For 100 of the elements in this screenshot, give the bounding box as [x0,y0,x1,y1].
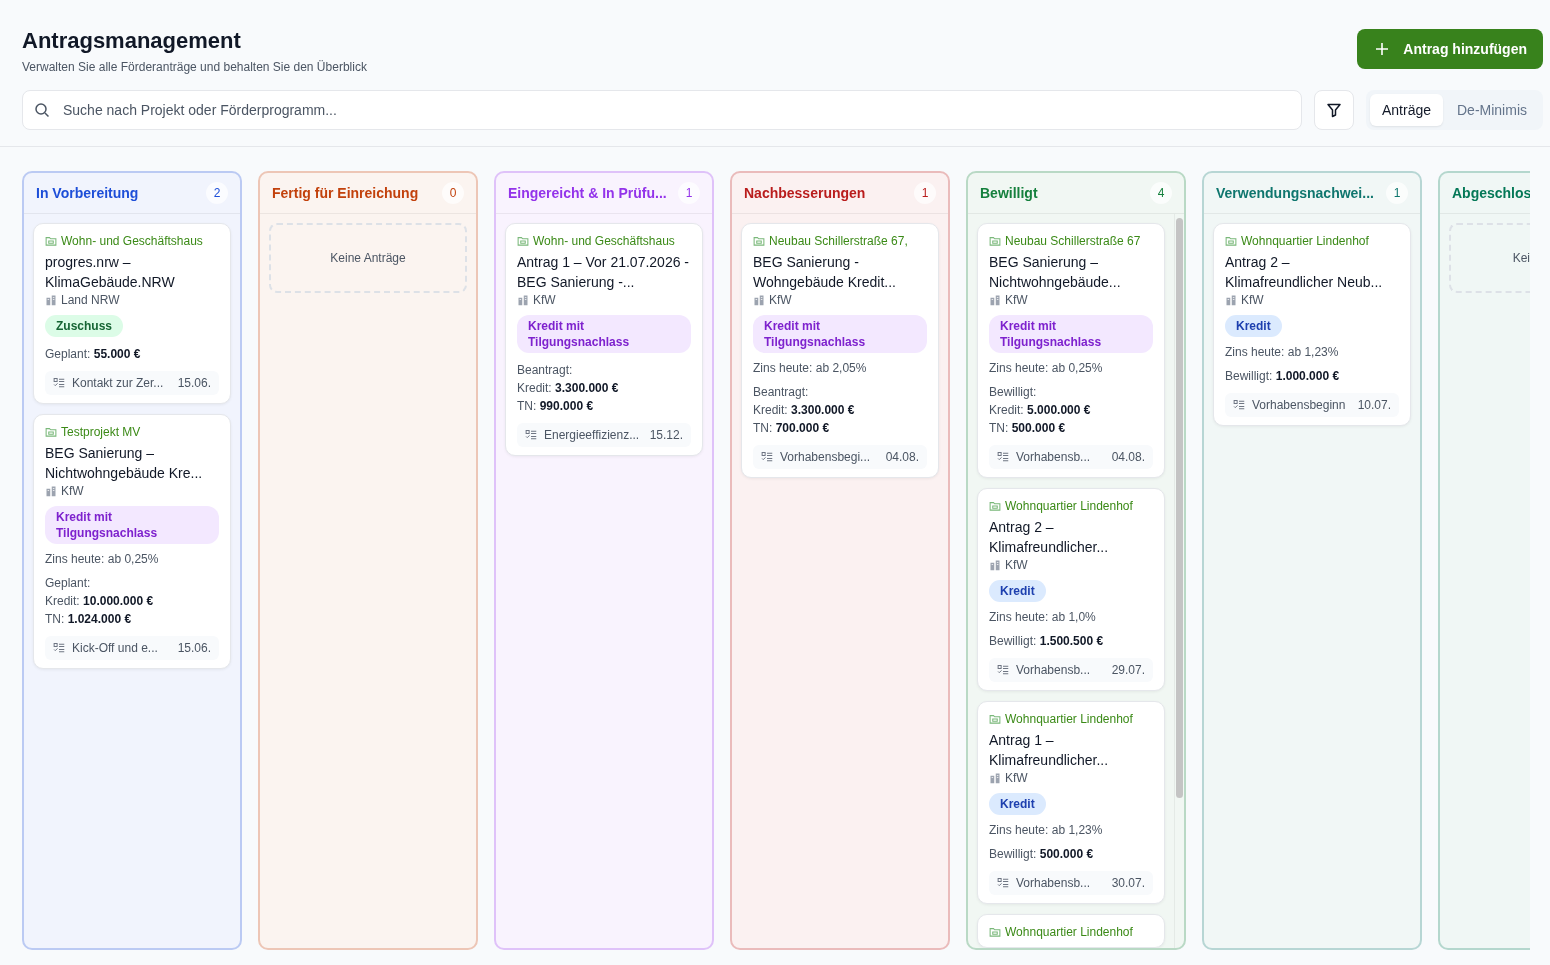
application-card[interactable]: Wohnquartier Lindenhof Antrag 2 – Klimafreundlicher... KfW Kredit Zins heute: ab 1,0% Bewilligt: 1.500.500 € Vorhabensb... 29.07. [977,488,1165,691]
next-task: Vorhabensbeginn [1252,398,1347,412]
interest-rate: Zins heute: ab 1,0% [989,610,1097,624]
amount-line: Bewilligt: 1.500.500 € [989,633,1105,650]
folder-icon [753,235,765,247]
amount-label: Bewilligt: [989,384,1038,401]
amount-line: Kredit: 3.300.000 € [753,402,856,419]
column-title: Abgeschlos [1452,185,1530,201]
task-date: 15.12. [649,428,683,442]
application-card[interactable]: Wohn- und Geschäftshaus Antrag 1 – Vor 21.07.2026 - BEG Sanierung -... KfW Kredit mit Tilgungsnachlass Beantragt: Kredit: 3.300.000 € TN: 990.000 € Energieeffizienz... 15.12. [505,223,703,456]
building-icon [989,772,1001,784]
building-icon [45,294,57,306]
column-title: Nachbesserungen [744,185,866,201]
folder-icon [45,235,57,247]
checklist-icon [53,642,65,654]
amount-line: TN: 500.000 € [989,420,1067,437]
next-task: Vorhabensb... [1016,663,1092,677]
interest-rate: Zins heute: ab 0,25% [45,552,160,566]
checklist-icon [761,451,773,463]
search-icon [34,102,50,118]
building-icon [45,485,57,497]
view-tab[interactable]: De-Minimis [1445,94,1539,126]
funder-name: KfW [1005,293,1028,307]
next-task: Energieeffizienz... [544,428,641,442]
checklist-icon [1233,399,1245,411]
funder-name: KfW [1241,293,1264,307]
checklist-icon [997,877,1009,889]
card-title: progres.nrw – KlimaGebäude.NRW [45,253,176,292]
filter-icon [1325,102,1342,118]
application-card[interactable]: Testprojekt MV BEG Sanierung – Nichtwohngebäude Kre... KfW Kredit mit Tilgungsnachlass Zins heute: ab 0,25% Geplant: Kredit: 10.000.000 € TN: 1.024.000 € Kick-Off und e... 15.06. [33,414,231,669]
card-title: BEG Sanierung - Wohngebäude Kredit... [753,253,897,292]
folder-icon [517,235,529,247]
interest-rate: Zins heute: ab 1,23% [989,823,1104,837]
funder-name: KfW [769,293,792,307]
project-name: Testprojekt MV [61,425,141,439]
building-icon [989,559,1001,571]
task-date: 30.07. [1111,876,1145,890]
search-field[interactable]: Suche nach Projekt oder Förderprogramm... [22,90,1302,130]
task-date: 04.08. [1111,450,1145,464]
building-icon [753,294,765,306]
interest-rate: Zins heute: ab 1,23% [1225,345,1340,359]
card-count: 4 [1150,182,1172,204]
folder-icon [989,926,1001,938]
view-tab[interactable]: Anträge [1369,94,1443,126]
plus-icon [1375,42,1390,56]
interest-rate: Zins heute: ab 0,25% [989,361,1104,375]
column-title: Verwendungsnachwei... [1216,185,1374,201]
card-count: 1 [678,182,700,204]
next-task: Vorhabensbegi... [780,450,872,464]
column-title: Bewilligt [980,185,1038,201]
card-title: Antrag 2 – Klimafreundlicher Neub... [1225,253,1384,292]
task-date: 15.06. [177,376,211,390]
project-name: Wohnquartier Lindenhof [1005,712,1133,726]
amount-line: Bewilligt: 500.000 € [989,846,1095,863]
amount-label: Beantragt: [517,362,574,379]
card-count: 1 [914,182,936,204]
funding-type-tag: Zuschuss [45,315,123,337]
application-card[interactable]: Neubau Schillerstraße 67, BEG Sanierung - Wohngebäude Kredit... KfW Kredit mit Tilgungsnachlass Zins heute: ab 2,05% Beantragt: Kredit: 3.300.000 € TN: 700.000 € Vorhabensbegi... 04.08. [741,223,939,478]
drop-zone[interactable]: Keine Anträge [269,223,467,293]
amount-label: Beantragt: [753,384,810,401]
amount-line: Kredit: 3.300.000 € [517,380,620,397]
interest-rate: Zins heute: ab 2,05% [753,361,868,375]
funder-name: KfW [1005,771,1028,785]
amount-line: Bewilligt: 1.000.000 € [1225,368,1341,385]
funding-type-tag: Kredit [1225,315,1282,337]
funder-name: Land NRW [61,293,120,307]
add-application-button[interactable]: Antrag hinzufügen [1357,29,1543,69]
folder-icon [989,713,1001,725]
application-card[interactable]: Wohnquartier Lindenhof Antrag 2 – Klimafreundlicher Neub... KfW Kredit Zins heute: ab 1,23% Bewilligt: 1.000.000 € Vorhabensbeginn 10.07. [1213,223,1411,426]
building-icon [1225,294,1237,306]
project-name: Neubau Schillerstraße 67 [1005,234,1141,248]
task-date: 15.06. [177,641,211,655]
amount-line: Kredit: 10.000.000 € [45,593,155,610]
funding-type-tag: Kredit mit Tilgungsnachlass [989,315,1153,353]
funding-type-tag: Kredit [989,793,1046,815]
filter-button[interactable] [1313,90,1354,130]
checklist-icon [53,377,65,389]
scrollbar[interactable] [1174,214,1184,948]
next-task: Kick-Off und e... [72,641,159,655]
task-date: 29.07. [1111,663,1145,677]
amount-line: TN: 1.024.000 € [45,611,133,628]
card-title: Antrag 2 – Klimafreundlicher... [989,518,1110,557]
building-icon [989,294,1001,306]
project-name: Wohnquartier Lindenhof [1241,234,1369,248]
application-card[interactable]: Wohnquartier Lindenhof Antrag 1 – Klimafreundlicher... KfW Kredit Zins heute: ab 1,23% Bewilligt: 500.000 € Vorhabensb... 30.07. [977,701,1165,904]
application-card[interactable]: Wohnquartier Lindenhof [977,914,1165,948]
project-name: Wohnquartier Lindenhof [1005,925,1133,939]
application-card[interactable]: Neubau Schillerstraße 67 BEG Sanierung – Nichtwohngebäude... KfW Kredit mit Tilgungsnachlass Zins heute: ab 0,25% Bewilligt: Kredit: 5.000.000 € TN: 500.000 € Vorhabensb... 04.08. [977,223,1165,478]
amount-line: TN: 700.000 € [753,420,831,437]
page-subtitle: Verwalten Sie alle Förderanträge und behalten Sie den Überblick [22,60,367,74]
project-name: Wohn- und Geschäftshaus [533,234,675,248]
next-task: Vorhabensb... [1016,450,1092,464]
amount-line: Geplant: 55.000 € [45,346,142,363]
application-card[interactable]: Wohn- und Geschäftshaus progres.nrw – KlimaGebäude.NRW Land NRW Zuschuss Geplant: 55.000 € Kontakt zur Zer... 15.06. [33,223,231,404]
amount-label: Geplant: [45,575,92,592]
checklist-icon [525,429,537,441]
card-count: 1 [1386,182,1408,204]
drop-zone[interactable]: Kei [1449,223,1530,293]
card-title: BEG Sanierung – Nichtwohngebäude Kre... [45,444,204,483]
project-name: Wohnquartier Lindenhof [1005,499,1133,513]
